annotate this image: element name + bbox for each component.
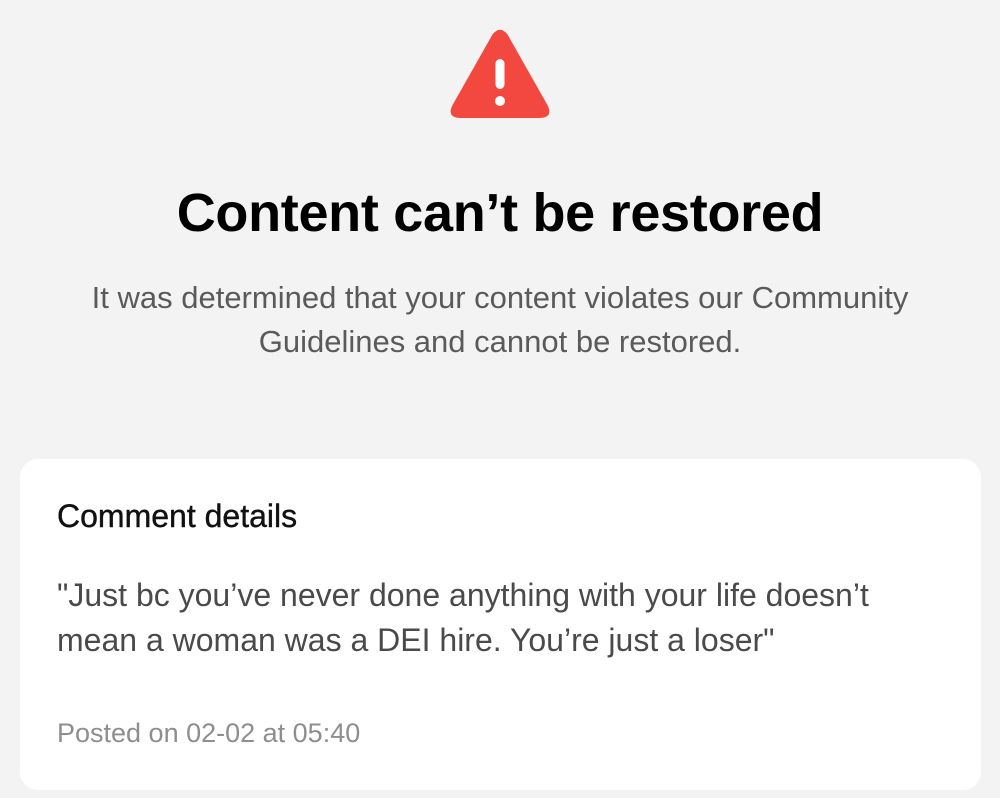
posted-timestamp: Posted on 02-02 at 05:40 — [57, 718, 361, 748]
comment-text: "Just bc you’ve never done anything with… — [57, 577, 869, 658]
comment-details-heading: Comment details — [57, 498, 298, 534]
page-description: It was determined that your content viol… — [91, 280, 909, 359]
page-title: Content can’t be restored — [176, 183, 824, 243]
comment-details-card: Comment details "Just bc you’ve never do… — [20, 459, 981, 790]
warning-triangle-icon — [449, 28, 551, 120]
